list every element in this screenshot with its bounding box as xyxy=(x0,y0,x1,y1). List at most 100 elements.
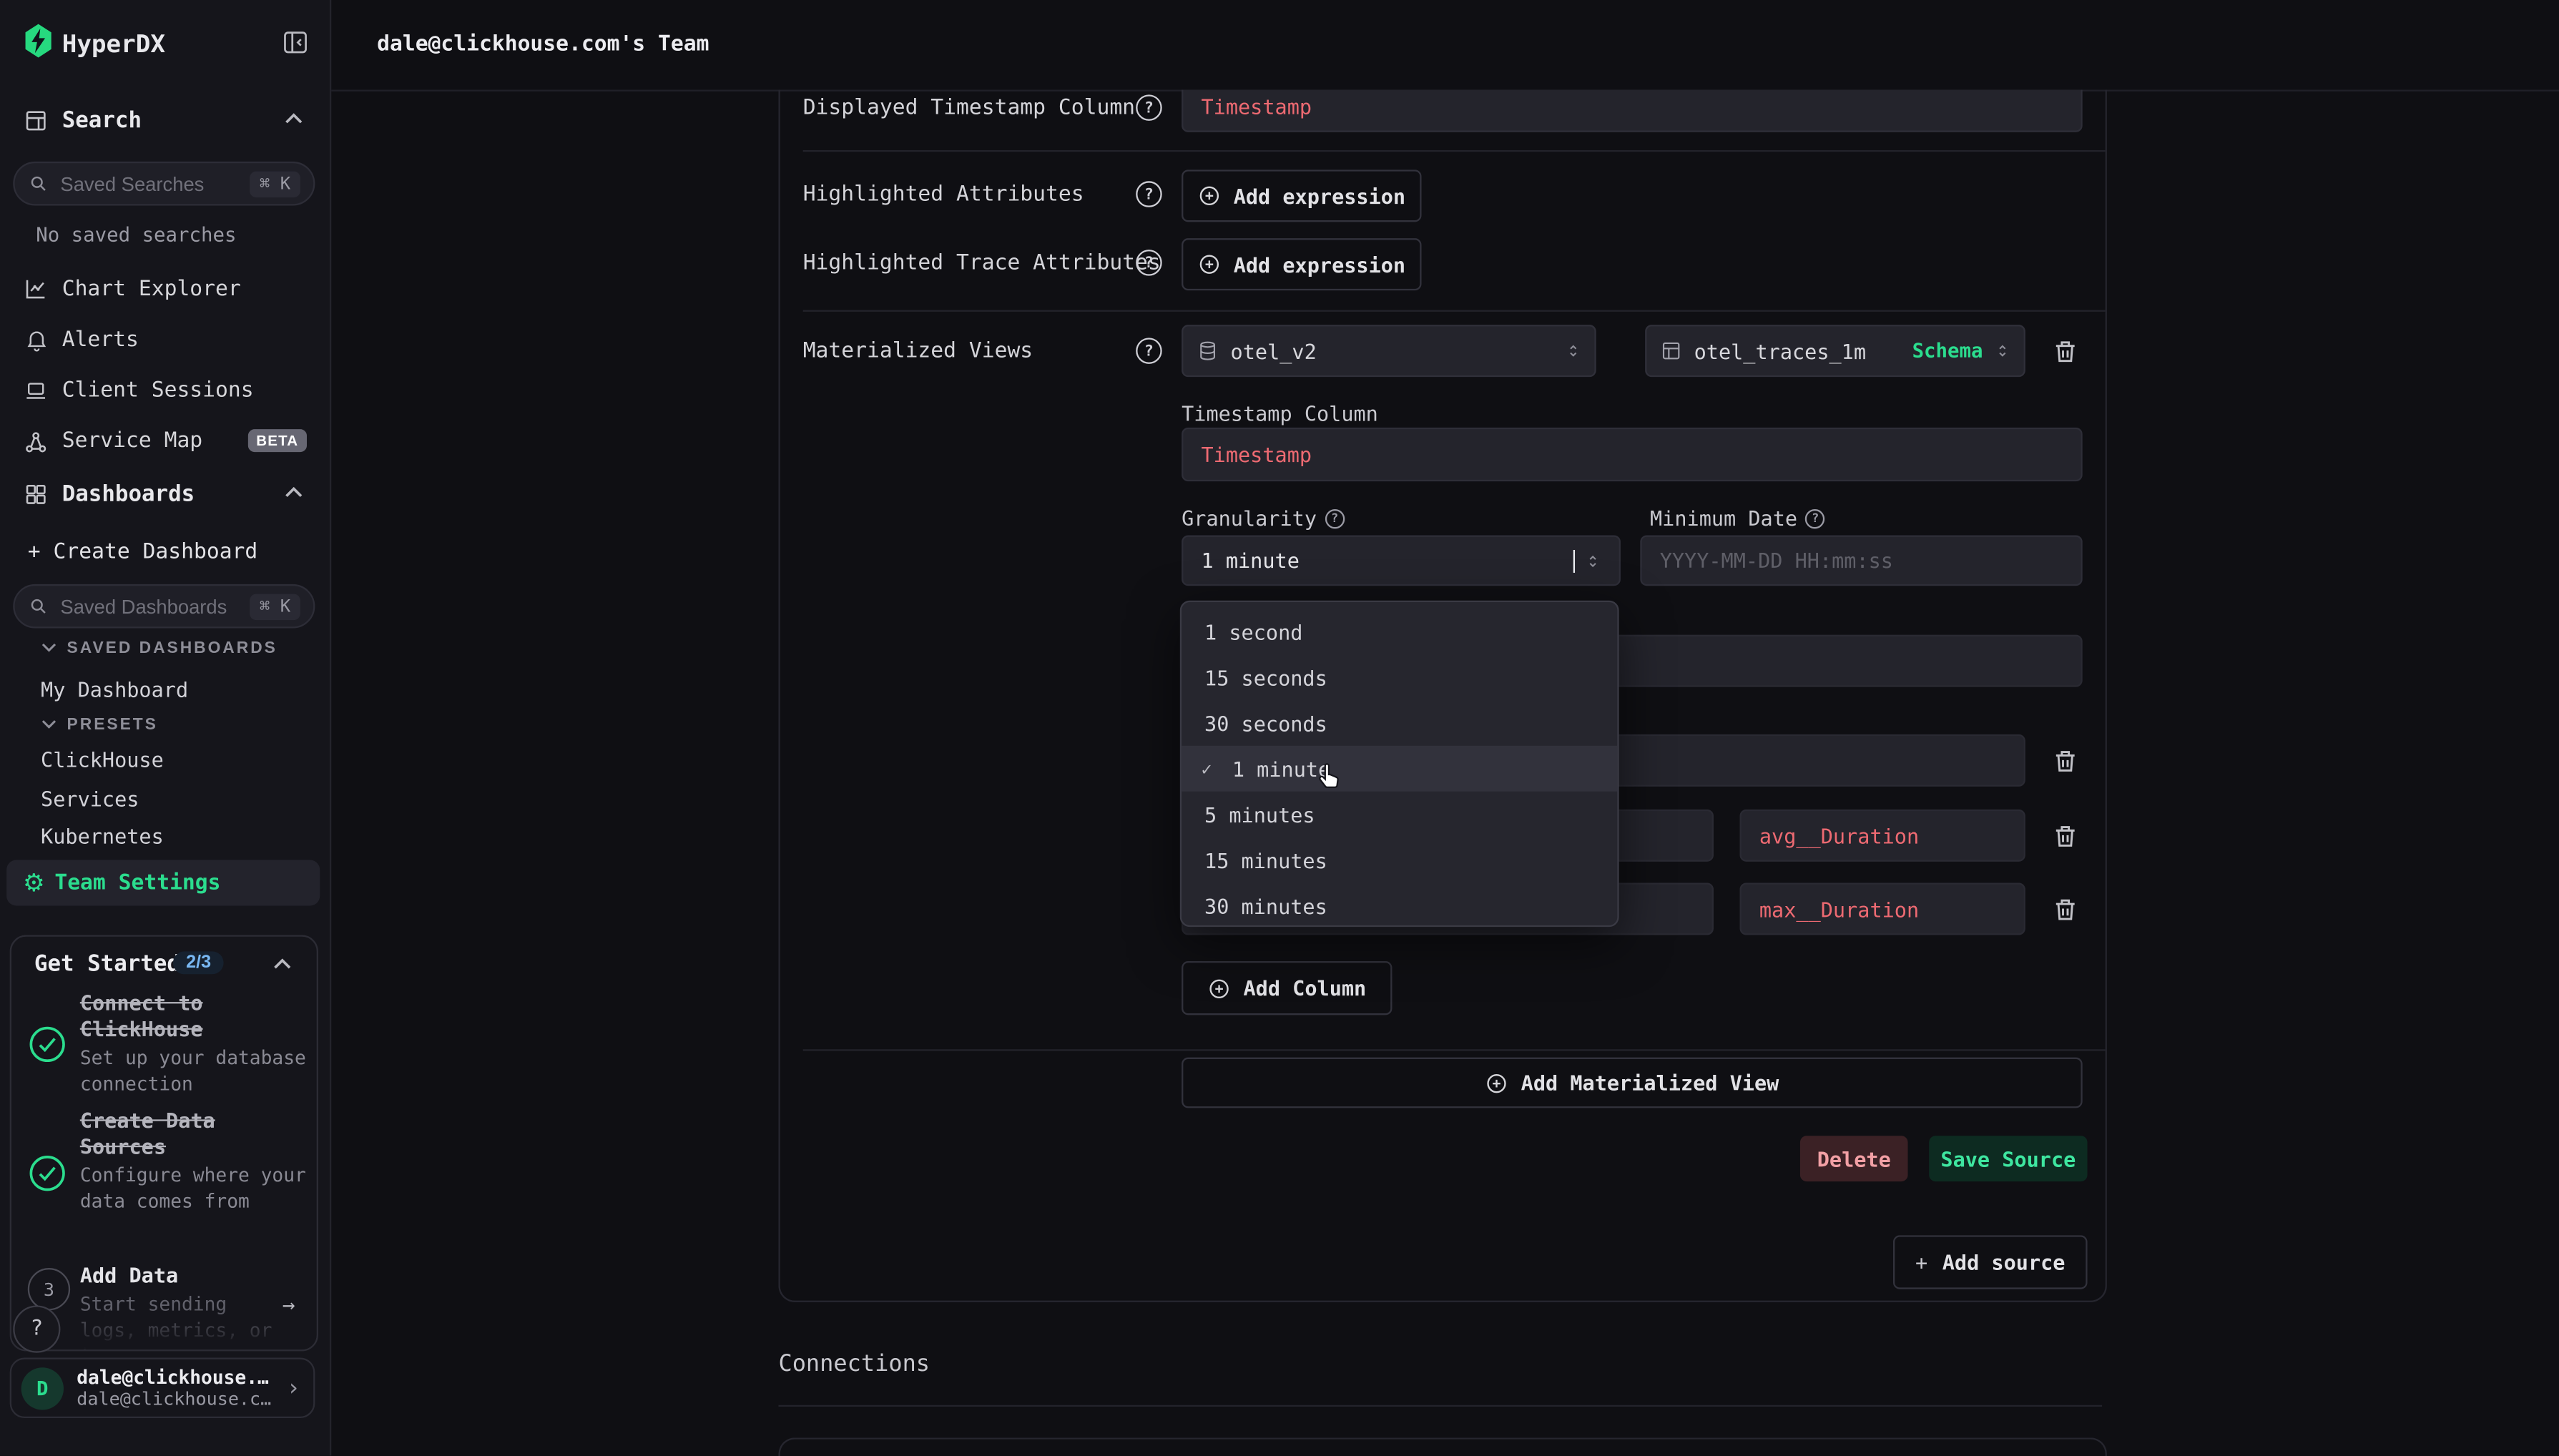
help-icon[interactable]: ? xyxy=(1805,508,1824,528)
schema-link[interactable]: Schema xyxy=(1912,340,1983,363)
step-connect-clickhouse[interactable]: Connect to ClickHouse Set up your databa… xyxy=(80,990,312,1096)
app-root: HyperDX Search Saved Searches ⌘ K No sav… xyxy=(0,0,2559,1455)
topbar: dale@clickhouse.com's Team xyxy=(330,0,2559,92)
sidebar-item-services[interactable]: Services xyxy=(41,787,139,811)
step-create-data-sources[interactable]: Create Data Sources Configure where your… xyxy=(80,1108,312,1214)
help-icon[interactable]: ? xyxy=(1136,94,1162,121)
help-icon[interactable]: ? xyxy=(1136,250,1162,276)
materialized-views-label: Materialized Views xyxy=(803,340,1033,364)
plus-circle-icon xyxy=(1485,1071,1508,1094)
saved-searches-placeholder: Saved Searches xyxy=(60,172,250,195)
table-icon xyxy=(1660,340,1683,363)
chevron-up-icon[interactable] xyxy=(284,112,303,125)
sidebar-item-chart-explorer[interactable]: Chart Explorer xyxy=(62,277,241,302)
delete-view-trash-icon[interactable] xyxy=(2051,338,2079,365)
sidebar-item-kubernetes[interactable]: Kubernetes xyxy=(41,824,164,848)
divider xyxy=(803,310,2106,312)
sidebar-item-alerts[interactable]: Alerts xyxy=(62,328,139,353)
timestamp-column-input[interactable]: Timestamp xyxy=(1182,428,2083,481)
saved-searches-input[interactable]: Saved Searches ⌘ K xyxy=(13,162,315,206)
select-chevrons-icon xyxy=(1994,340,2010,363)
hyperdx-logo-icon xyxy=(23,21,54,66)
save-source-button[interactable]: Save Source xyxy=(1929,1136,2087,1181)
materialized-view-select[interactable]: otel_v2 xyxy=(1182,325,1596,377)
chart-explorer-icon xyxy=(23,276,49,302)
dropdown-option[interactable]: 5 minutes xyxy=(1182,792,1617,837)
shortcut-badge: ⌘ K xyxy=(250,593,300,619)
granularity-input[interactable]: 1 minute xyxy=(1182,535,1621,586)
help-icon[interactable]: ? xyxy=(1325,508,1344,528)
delete-column-trash-icon[interactable] xyxy=(2051,822,2079,850)
sidebar-item-clickhouse[interactable]: ClickHouse xyxy=(41,747,164,772)
granularity-dropdown: 1 second 15 seconds 30 seconds ✓ 1 minut… xyxy=(1180,601,1619,927)
delete-source-button[interactable]: Delete xyxy=(1800,1136,1908,1181)
mouse-cursor xyxy=(1315,760,1343,797)
sidebar-item-team-settings[interactable]: ⚙ Team Settings xyxy=(6,860,320,906)
user-email: dale@clickhouse.c… xyxy=(77,1388,286,1410)
check-icon: ✓ xyxy=(1201,758,1224,779)
plus-icon: + xyxy=(28,540,41,564)
sidebar-item-search[interactable]: Search xyxy=(62,108,142,134)
dropdown-option[interactable]: 1 second xyxy=(1182,609,1617,654)
sidebar: HyperDX Search Saved Searches ⌘ K No sav… xyxy=(0,0,331,1455)
add-expression-button[interactable]: Add expression xyxy=(1182,169,1421,222)
connections-card xyxy=(778,1437,2106,1456)
sidebar-item-dashboards[interactable]: Dashboards xyxy=(62,481,195,508)
help-icon[interactable]: ? xyxy=(1136,181,1162,207)
sidebar-item-service-map[interactable]: Service Map xyxy=(62,429,202,453)
team-settings-label: Team Settings xyxy=(54,870,220,895)
add-source-button[interactable]: + Add source xyxy=(1893,1235,2088,1289)
brand-title: HyperDX xyxy=(62,29,165,59)
client-sessions-icon xyxy=(23,378,49,403)
delete-column-trash-icon[interactable] xyxy=(2051,896,2079,924)
help-fab-button[interactable]: ? xyxy=(13,1306,60,1353)
shortcut-badge: ⌘ K xyxy=(250,170,300,197)
group-presets[interactable]: PRESETS xyxy=(67,717,158,734)
dropdown-option[interactable]: 15 seconds xyxy=(1182,654,1617,700)
add-expression-button[interactable]: Add expression xyxy=(1182,238,1421,290)
view-name: otel_v2 xyxy=(1231,338,1554,363)
alerts-bell-icon xyxy=(24,326,49,353)
collapse-sidebar-icon[interactable] xyxy=(280,28,310,57)
highlighted-attributes-label: Highlighted Attributes xyxy=(803,183,1084,207)
column-alias-input[interactable]: max__Duration xyxy=(1740,883,2025,935)
dashboards-icon xyxy=(23,481,49,508)
displayed-timestamp-input[interactable]: Timestamp xyxy=(1182,90,2083,132)
group-saved-dashboards[interactable]: SAVED DASHBOARDS xyxy=(67,640,277,658)
saved-dashboards-input[interactable]: Saved Dashboards ⌘ K xyxy=(13,584,315,629)
granularity-label: Granularity? xyxy=(1182,506,1345,530)
add-column-button[interactable]: Add Column xyxy=(1182,961,1392,1015)
chevron-up-icon[interactable] xyxy=(272,958,292,970)
text-caret xyxy=(1573,549,1575,572)
dropdown-option-selected[interactable]: ✓ 1 minute xyxy=(1182,746,1617,792)
add-materialized-view-button[interactable]: Add Materialized View xyxy=(1182,1058,2083,1108)
chevron-down-icon[interactable] xyxy=(41,718,57,729)
dropdown-option[interactable]: 30 seconds xyxy=(1182,700,1617,746)
chevron-up-icon[interactable] xyxy=(284,486,303,499)
gear-icon: ⚙ xyxy=(23,868,45,897)
database-icon xyxy=(1197,340,1219,363)
user-menu[interactable]: D dale@clickhouse.… dale@clickhouse.c… › xyxy=(10,1358,315,1418)
dropdown-option[interactable]: 30 minutes xyxy=(1182,883,1617,929)
help-icon[interactable]: ? xyxy=(1136,338,1162,364)
step-number-circle: 3 xyxy=(28,1268,70,1310)
plus-circle-icon xyxy=(1197,185,1220,207)
chevron-down-icon[interactable] xyxy=(41,641,57,653)
chevron-right-icon: › xyxy=(287,1375,300,1402)
select-chevrons-icon xyxy=(1585,549,1601,572)
column-alias-input[interactable]: avg__Duration xyxy=(1740,810,2025,862)
sidebar-item-my-dashboard[interactable]: My Dashboard xyxy=(41,677,188,702)
sidebar-item-client-sessions[interactable]: Client Sessions xyxy=(62,378,254,403)
plus-circle-icon xyxy=(1197,253,1220,276)
saved-dashboards-placeholder: Saved Dashboards xyxy=(60,595,250,618)
select-chevrons-icon xyxy=(1565,340,1581,363)
minimum-date-input[interactable]: YYYY-MM-DD HH:mm:ss xyxy=(1640,535,2082,586)
minimum-date-label: Minimum Date? xyxy=(1650,506,1825,530)
dropdown-option[interactable]: 15 minutes xyxy=(1182,837,1617,883)
table-select[interactable]: otel_traces_1m Schema xyxy=(1645,325,2025,377)
create-dashboard-button[interactable]: + Create Dashboard xyxy=(28,540,257,564)
connections-heading: Connections xyxy=(778,1351,930,1377)
delete-column-trash-icon[interactable] xyxy=(2051,747,2079,775)
divider xyxy=(803,150,2106,152)
divider xyxy=(778,1405,2102,1407)
